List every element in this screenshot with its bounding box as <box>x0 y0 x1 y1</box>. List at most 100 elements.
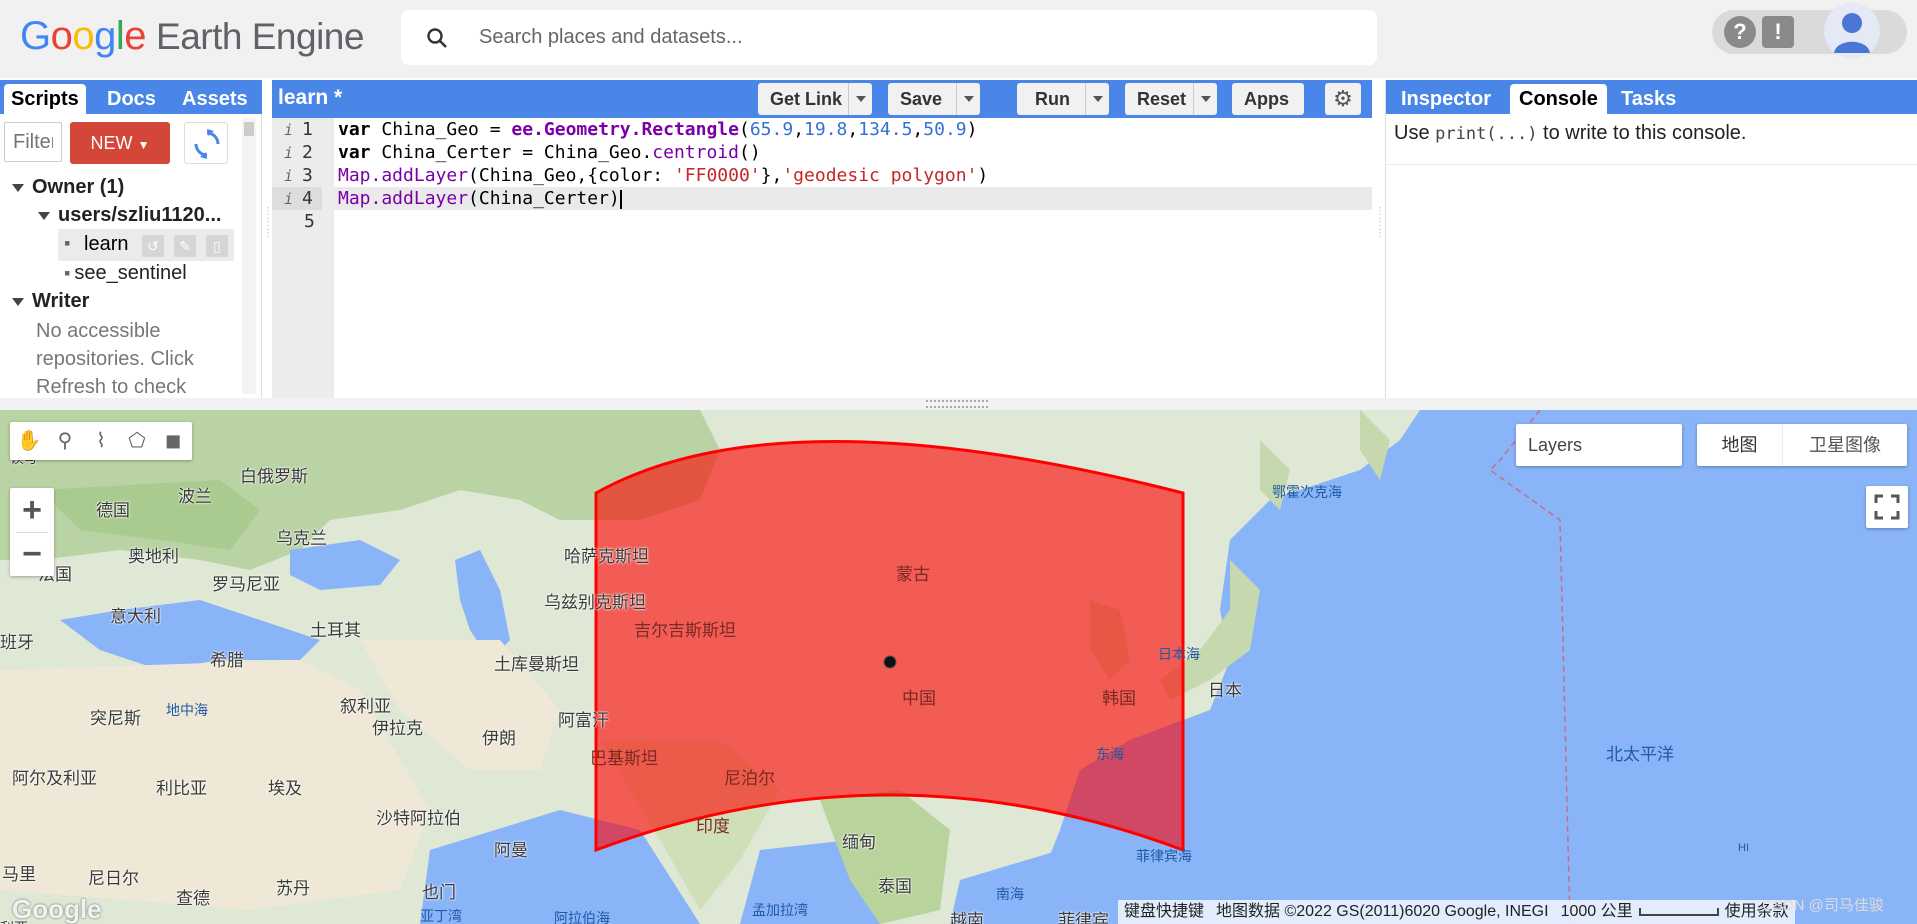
tab-console[interactable]: Console <box>1510 84 1607 114</box>
gear-icon[interactable]: ⚙ <box>1325 83 1361 115</box>
tab-inspector[interactable]: Inspector <box>1392 84 1500 114</box>
code-token: 19.8 <box>804 119 848 140</box>
apps-button[interactable]: Apps <box>1232 83 1304 115</box>
map-label: 东海 <box>1096 746 1124 762</box>
marker-icon[interactable]: ⚲ <box>50 426 80 456</box>
search-input[interactable] <box>479 20 1359 54</box>
code-token: var <box>338 142 371 163</box>
map-label: 阿拉伯海 <box>554 910 610 924</box>
left-splitter[interactable]: ⋮ ⋮ ⋮ <box>263 206 273 266</box>
earth-engine-logo[interactable]: Google Earth Engine <box>20 14 364 59</box>
polygon-icon[interactable]: ⬠ <box>122 426 152 456</box>
code-line[interactable]: var China_Certer = China_Geo.centroid() <box>334 141 1372 164</box>
avatar-icon[interactable] <box>1824 3 1880 59</box>
info-icon[interactable]: i <box>284 144 293 162</box>
tab-tasks[interactable]: Tasks <box>1612 84 1685 114</box>
info-icon[interactable]: i <box>284 190 293 208</box>
right-splitter[interactable]: ⋮ ⋮ ⋮ <box>1375 206 1385 266</box>
chevron-down-icon[interactable] <box>1085 83 1109 115</box>
scroll-thumb[interactable] <box>244 122 254 136</box>
file-icon: ▪ <box>64 263 71 283</box>
tab-scripts[interactable]: Scripts <box>4 84 86 114</box>
map-label: 白俄罗斯 <box>240 467 308 486</box>
chevron-down-icon[interactable] <box>848 83 872 115</box>
left-scrollbar[interactable] <box>242 118 256 394</box>
left-tabs: Scripts Docs Assets <box>0 80 262 114</box>
filter-input[interactable] <box>4 122 62 162</box>
reset-button[interactable]: Reset <box>1125 83 1217 115</box>
fullscreen-icon[interactable] <box>1866 486 1908 528</box>
map-label: 鄂霍次克海 <box>1272 484 1342 500</box>
map-label: 蒙古 <box>896 565 930 584</box>
user-folder[interactable]: users/szliu1120... <box>38 204 221 227</box>
zoom-out-button[interactable]: − <box>10 532 54 576</box>
search-box[interactable] <box>401 10 1377 65</box>
caret-down-icon <box>12 297 24 306</box>
code-token: , <box>912 119 924 140</box>
chevron-down-icon[interactable] <box>1193 83 1217 115</box>
new-button[interactable]: NEW ▼ <box>70 122 170 164</box>
save-button[interactable]: Save <box>888 83 980 115</box>
line-number: 1 <box>302 119 313 140</box>
code-token: ) <box>966 119 978 140</box>
code-line-current[interactable]: Map.addLayer(China_Certer) <box>334 187 1372 210</box>
map-label: 乌克兰 <box>276 529 327 548</box>
map-splitter[interactable] <box>0 398 1917 410</box>
delete-icon[interactable]: ▯ <box>206 235 228 257</box>
code-line[interactable]: Map.addLayer(China_Geo,{color: 'FF0000'}… <box>334 164 1372 187</box>
map-type-map[interactable]: 地图 <box>1697 424 1783 466</box>
code-token: 'FF0000' <box>673 165 761 186</box>
map-background <box>0 410 1571 924</box>
info-icon[interactable]: i <box>284 121 293 139</box>
map-label: 马里 <box>2 865 36 884</box>
writer-folder[interactable]: Writer <box>12 290 89 313</box>
zoom-in-button[interactable]: + <box>10 488 54 532</box>
tab-docs[interactable]: Docs <box>100 84 163 114</box>
map-canvas[interactable]: 白俄罗斯 波兰 德国 乌克兰 奥地利 罗马尼亚 法国 意大利 班牙 希腊 土耳其… <box>0 410 1917 924</box>
code-line[interactable]: var China_Geo = ee.Geometry.Rectangle(65… <box>334 118 1372 141</box>
refresh-icon <box>194 129 220 159</box>
map-label: 南海 <box>996 886 1024 902</box>
map-label: 也门 <box>422 883 456 902</box>
rectangle-icon[interactable]: ◼ <box>158 426 188 456</box>
splitter-grip-icon[interactable] <box>926 400 988 408</box>
tab-assets[interactable]: Assets <box>175 84 255 114</box>
feedback-icon[interactable]: ! <box>1762 16 1794 48</box>
code-area[interactable]: var China_Geo = ee.Geometry.Rectangle(65… <box>334 118 1372 398</box>
run-button[interactable]: Run <box>1017 83 1109 115</box>
owner-folder[interactable]: Owner (1) <box>12 176 124 199</box>
get-link-button[interactable]: Get Link <box>758 83 872 115</box>
map-label: 苏丹 <box>276 879 310 898</box>
hand-icon[interactable]: ✋ <box>14 426 44 456</box>
edit-icon[interactable]: ✎ <box>174 235 196 257</box>
console-text: to write to this console. <box>1537 122 1747 144</box>
info-icon[interactable]: i <box>284 167 293 185</box>
code-token: () <box>738 142 761 163</box>
script-item-see-sentinel[interactable]: ▪ see_sentinel <box>64 262 187 285</box>
map-label: 罗马尼亚 <box>212 575 280 594</box>
map-type-control: 地图 卫星图像 <box>1697 424 1907 466</box>
code-line[interactable] <box>334 210 1372 233</box>
line-icon[interactable]: ⌇ <box>86 426 116 456</box>
history-icon[interactable]: ↺ <box>142 235 164 257</box>
code-token: China_Certer = China_Geo. <box>370 142 653 163</box>
new-button-label: NEW <box>90 133 133 153</box>
script-label: learn <box>84 233 129 255</box>
map-label: 沙特阿拉伯 <box>376 809 461 828</box>
refresh-button[interactable] <box>184 122 228 164</box>
scale-label[interactable]: 1000 公里 <box>1555 903 1639 920</box>
layers-button[interactable]: Layers <box>1516 424 1682 466</box>
map-type-satellite[interactable]: 卫星图像 <box>1783 424 1907 466</box>
get-link-label: Get Link <box>770 89 843 109</box>
console-divider <box>1386 164 1917 165</box>
code-token: centroid <box>652 142 739 163</box>
script-item-learn[interactable]: ▪ learn ↺ ✎ ▯ <box>58 229 234 261</box>
csdn-watermark: CSDN @司马佳骏 <box>1762 897 1884 914</box>
help-icon[interactable]: ? <box>1724 16 1756 48</box>
chevron-down-icon[interactable] <box>956 83 980 115</box>
map-label: 阿曼 <box>494 841 528 860</box>
console-panel: Inspector Console Tasks Use print(...) t… <box>1385 80 1917 398</box>
fullscreen-glyph <box>1874 494 1900 520</box>
code-token: 134.5 <box>858 119 913 140</box>
keyboard-shortcuts-link[interactable]: 键盘快捷键 <box>1118 903 1210 920</box>
